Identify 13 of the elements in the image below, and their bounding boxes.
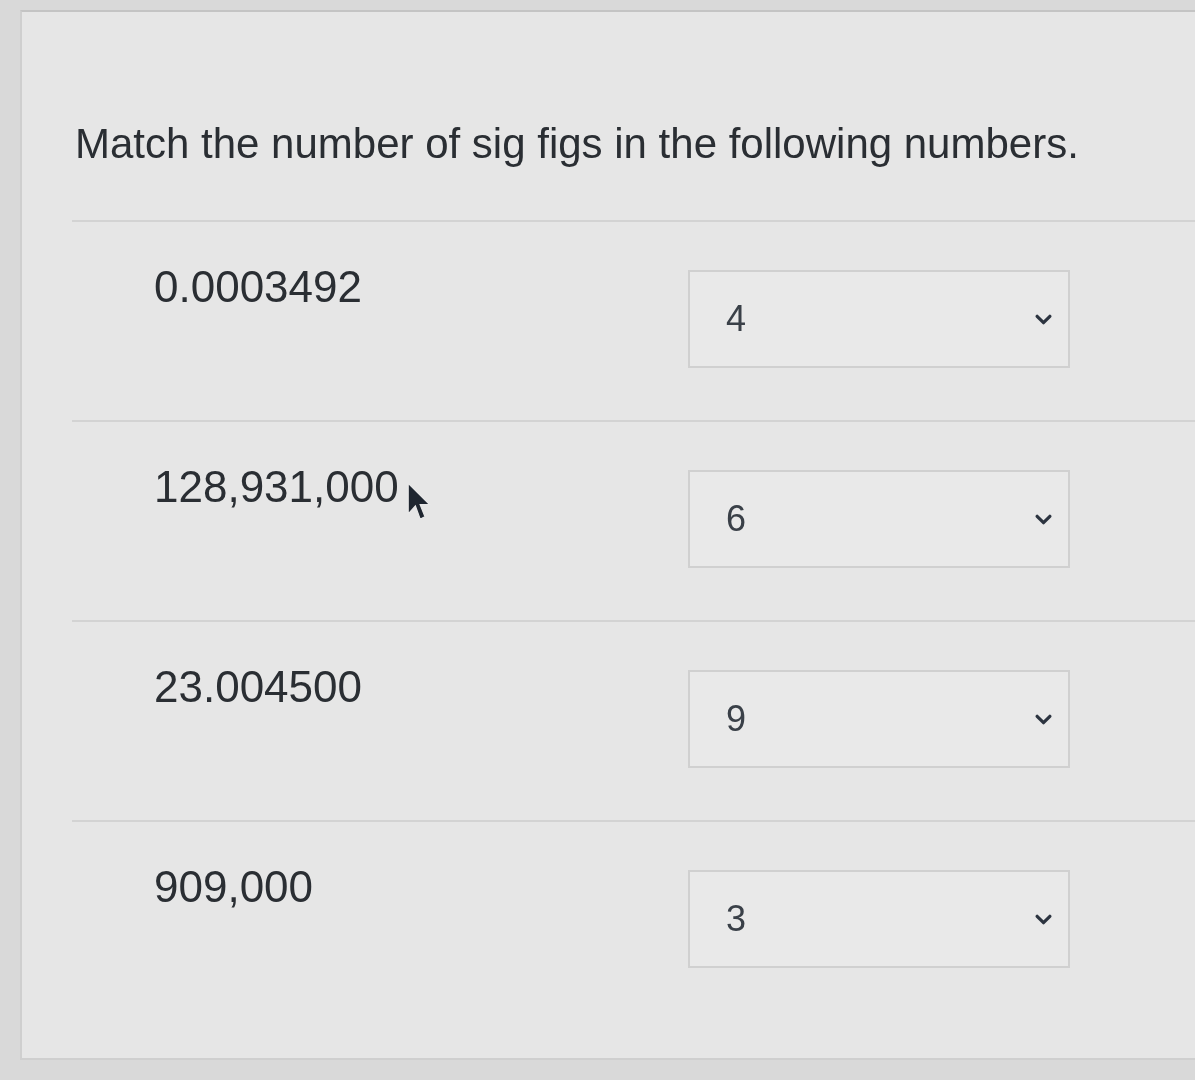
chevron-down-icon (1035, 713, 1052, 725)
number-label: 128,931,000 (154, 462, 399, 512)
answer-dropdown[interactable]: 9 (688, 670, 1070, 768)
chevron-down-icon (1035, 313, 1052, 325)
answer-dropdown[interactable]: 4 (688, 270, 1070, 368)
chevron-down-icon (1035, 513, 1052, 525)
question-text: Match the number of sig figs in the following numbers. (74, 119, 1080, 169)
answer-dropdown[interactable]: 6 (688, 470, 1070, 568)
number-label: 23.004500 (154, 662, 362, 712)
number-label: 909,000 (154, 862, 314, 912)
number-label: 0.0003492 (154, 262, 362, 312)
answer-dropdown[interactable]: 3 (688, 870, 1070, 968)
chevron-down-icon (1035, 913, 1052, 925)
